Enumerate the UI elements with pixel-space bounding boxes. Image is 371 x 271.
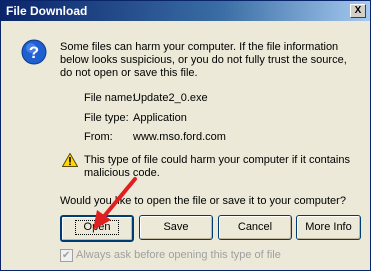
save-button[interactable]: Save xyxy=(139,215,213,240)
window-title: File Download xyxy=(6,4,88,18)
file-type-label: File type: xyxy=(84,112,129,124)
caution-icon xyxy=(62,153,78,167)
more-info-button[interactable]: More Info xyxy=(296,215,361,240)
file-name-label: File name: xyxy=(84,92,136,104)
from-label: From: xyxy=(84,131,113,143)
svg-text:?: ? xyxy=(29,43,39,62)
always-ask-checkbox[interactable]: ✔ xyxy=(60,249,73,262)
from-value: www.mso.ford.com xyxy=(133,131,226,143)
file-type-value: Application xyxy=(133,112,187,124)
question-icon: ? xyxy=(21,39,47,65)
file-name-value: Update2_0.exe xyxy=(133,92,208,104)
red-arrow-annotation xyxy=(93,177,137,230)
cancel-button[interactable]: Cancel xyxy=(218,215,292,240)
warning-message: Some files can harm your computer. If th… xyxy=(60,41,347,79)
always-ask-label: Always ask before opening this type of f… xyxy=(76,249,281,261)
close-button[interactable]: X xyxy=(350,4,366,18)
file-download-dialog: File Download X ? Some files can harm yo… xyxy=(0,0,371,271)
title-bar[interactable]: File Download X xyxy=(1,1,370,21)
checkmark-icon: ✔ xyxy=(62,250,71,261)
